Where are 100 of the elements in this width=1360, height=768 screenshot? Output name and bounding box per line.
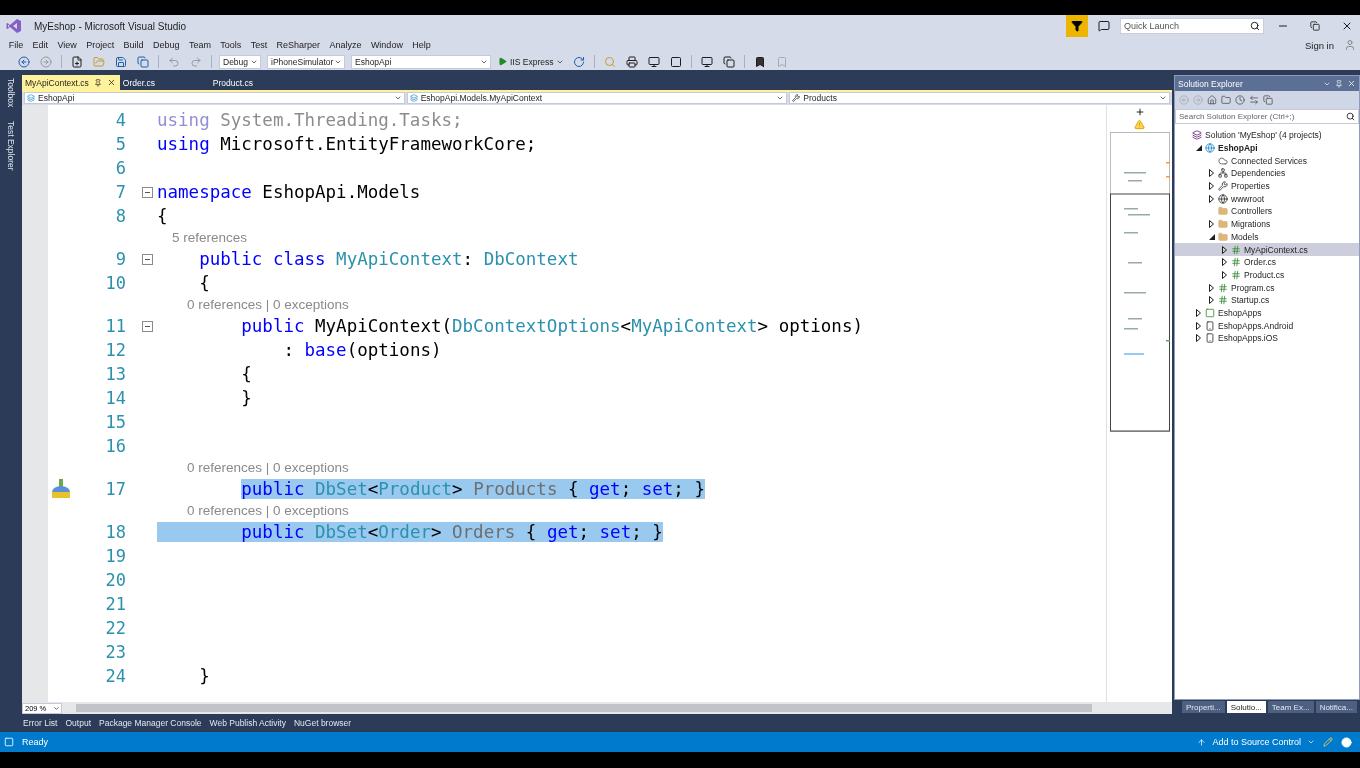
panel-tab[interactable]: Notifica... xyxy=(1315,701,1357,713)
search-field[interactable]: Search Solution Explorer (Ctrl+;) xyxy=(1175,109,1359,124)
collapsed-arrow-icon[interactable] xyxy=(1222,258,1227,267)
document-tab[interactable]: MyApiContext.cs xyxy=(22,75,120,90)
document-tab[interactable]: Product.cs xyxy=(209,75,300,90)
collapsed-arrow-icon[interactable] xyxy=(1222,270,1227,279)
tree-item[interactable]: wwwroot xyxy=(1175,192,1359,206)
horizontal-scrollbar[interactable] xyxy=(76,704,1092,712)
configuration-dropdown[interactable]: Debug xyxy=(219,54,261,69)
tree-item[interactable]: Controllers xyxy=(1175,205,1359,218)
tree-item[interactable]: MyApiContext.cs xyxy=(1175,243,1359,256)
back-icon[interactable] xyxy=(18,55,30,68)
tree-item[interactable]: Startup.cs xyxy=(1175,293,1359,307)
collapsed-arrow-icon[interactable] xyxy=(1209,182,1214,191)
sync-icon[interactable] xyxy=(1249,95,1259,105)
tree-item[interactable]: EshopApps.iOS xyxy=(1175,332,1359,345)
expanded-arrow-icon[interactable] xyxy=(1208,233,1215,240)
monitor-icon[interactable] xyxy=(648,55,661,68)
run-button[interactable]: IIS Express xyxy=(495,56,568,67)
menu-item[interactable]: ReSharper xyxy=(271,40,325,50)
tool-window-tab[interactable]: Web Publish Activity xyxy=(206,718,289,728)
collapsed-arrow-icon[interactable] xyxy=(1196,321,1201,330)
close-icon[interactable] xyxy=(106,78,116,87)
code-lens[interactable]: 0 references | 0 exceptions xyxy=(157,297,1106,312)
code-lens[interactable]: 0 references | 0 exceptions xyxy=(157,503,1106,518)
caret-icon[interactable] xyxy=(1159,94,1167,102)
fold-toggle[interactable] xyxy=(142,253,153,265)
caret-icon[interactable] xyxy=(776,94,785,102)
sign-in-link[interactable]: Sign in xyxy=(1298,39,1340,51)
document-tab[interactable]: Order.cs xyxy=(119,75,210,90)
collapsed-arrow-icon[interactable] xyxy=(1209,194,1214,203)
navigation-dropdown[interactable]: Products xyxy=(789,92,1170,104)
platform-dropdown[interactable]: iPhoneSimulator xyxy=(267,54,345,69)
tree-item[interactable]: Connected Services xyxy=(1175,154,1359,168)
menu-item[interactable]: Build xyxy=(118,40,149,50)
tree-item[interactable]: Product.cs xyxy=(1175,268,1359,282)
caret-icon[interactable] xyxy=(1307,738,1315,746)
panes-icon[interactable] xyxy=(723,55,736,68)
tree-item[interactable]: Models xyxy=(1175,230,1359,244)
pin-icon[interactable] xyxy=(1335,79,1343,88)
window-icon[interactable] xyxy=(670,55,683,68)
refresh-icon[interactable] xyxy=(573,55,586,68)
side-tab[interactable]: Toolbox xyxy=(6,76,16,110)
tree-item[interactable]: EshopApps xyxy=(1175,306,1359,320)
close-icon[interactable] xyxy=(1341,20,1353,32)
filter-button[interactable] xyxy=(1066,15,1088,37)
tree-item[interactable]: Properties xyxy=(1175,179,1359,193)
tree-item[interactable]: EshopApi xyxy=(1175,141,1359,155)
menu-item[interactable]: Team xyxy=(184,40,216,50)
tool-window-tab[interactable]: Error List xyxy=(20,718,61,728)
tree-item[interactable]: Program.cs xyxy=(1175,281,1359,294)
pin-icon[interactable] xyxy=(93,78,102,87)
code-lens[interactable]: 5 references xyxy=(157,230,1106,245)
menu-item[interactable]: Window xyxy=(366,40,408,50)
collapsed-arrow-icon[interactable] xyxy=(1209,169,1214,178)
save-icon[interactable] xyxy=(115,55,127,68)
tree-item[interactable]: Migrations xyxy=(1175,217,1359,231)
navigation-dropdown[interactable]: EshopApi.Models.MyApiContext xyxy=(406,92,788,104)
caret-icon[interactable] xyxy=(53,704,60,712)
quick-launch-field[interactable]: Quick Launch xyxy=(1120,18,1264,34)
collapsed-arrow-icon[interactable] xyxy=(1196,308,1201,317)
new-file-icon[interactable] xyxy=(71,55,83,68)
split-icon[interactable] xyxy=(1134,107,1145,117)
navigation-dropdown[interactable]: EshopApi xyxy=(24,92,405,104)
brush-icon[interactable] xyxy=(50,478,72,500)
collapsed-arrow-icon[interactable] xyxy=(1222,245,1227,254)
screen-icon[interactable] xyxy=(701,55,714,68)
collapsed-arrow-icon[interactable] xyxy=(1209,220,1214,229)
menu-item[interactable]: Test xyxy=(246,40,272,50)
collapse-icon[interactable] xyxy=(1263,95,1273,105)
tree-item[interactable]: Dependencies xyxy=(1175,167,1359,180)
tool-window-tab[interactable]: Output xyxy=(62,718,94,728)
menu-item[interactable]: Debug xyxy=(148,40,185,50)
expanded-arrow-icon[interactable] xyxy=(1195,145,1202,152)
menu-item[interactable]: Project xyxy=(81,40,119,50)
tree-item[interactable]: EshopApps.Android xyxy=(1175,319,1359,332)
fold-toggle[interactable] xyxy=(142,186,153,198)
bookmark-icon[interactable] xyxy=(754,55,767,68)
notification-icon[interactable] xyxy=(1341,736,1352,748)
menu-item[interactable]: Tools xyxy=(215,40,246,50)
menu-item[interactable]: Edit xyxy=(27,40,53,50)
code-lens[interactable]: 0 references | 0 exceptions xyxy=(157,460,1106,475)
menu-item[interactable]: View xyxy=(52,40,82,50)
panel-tab[interactable]: Team Ex... xyxy=(1267,701,1314,713)
fold-toggle[interactable] xyxy=(142,320,153,332)
tool-window-tab[interactable]: Package Manager Console xyxy=(96,718,205,728)
menu-item[interactable]: File xyxy=(4,40,28,50)
source-control-button[interactable]: Add to Source Control xyxy=(1197,737,1315,747)
collapsed-arrow-icon[interactable] xyxy=(1196,334,1201,343)
home-icon[interactable] xyxy=(1207,95,1217,105)
feedback-icon[interactable] xyxy=(1098,20,1110,32)
panel-tab[interactable]: Solutio... xyxy=(1226,701,1266,713)
tree-item[interactable]: Solution 'MyEshop' (4 projects) xyxy=(1175,129,1359,142)
save-all-icon[interactable] xyxy=(137,55,149,68)
startup-project-dropdown[interactable]: EshopApi xyxy=(351,54,491,69)
menu-item[interactable]: Analyze xyxy=(324,40,367,50)
tree-item[interactable]: Order.cs xyxy=(1175,255,1359,269)
code-minimap[interactable] xyxy=(1109,132,1170,432)
restore-icon[interactable] xyxy=(1310,21,1320,31)
tool-window-tab[interactable]: NuGet browser xyxy=(290,718,355,728)
